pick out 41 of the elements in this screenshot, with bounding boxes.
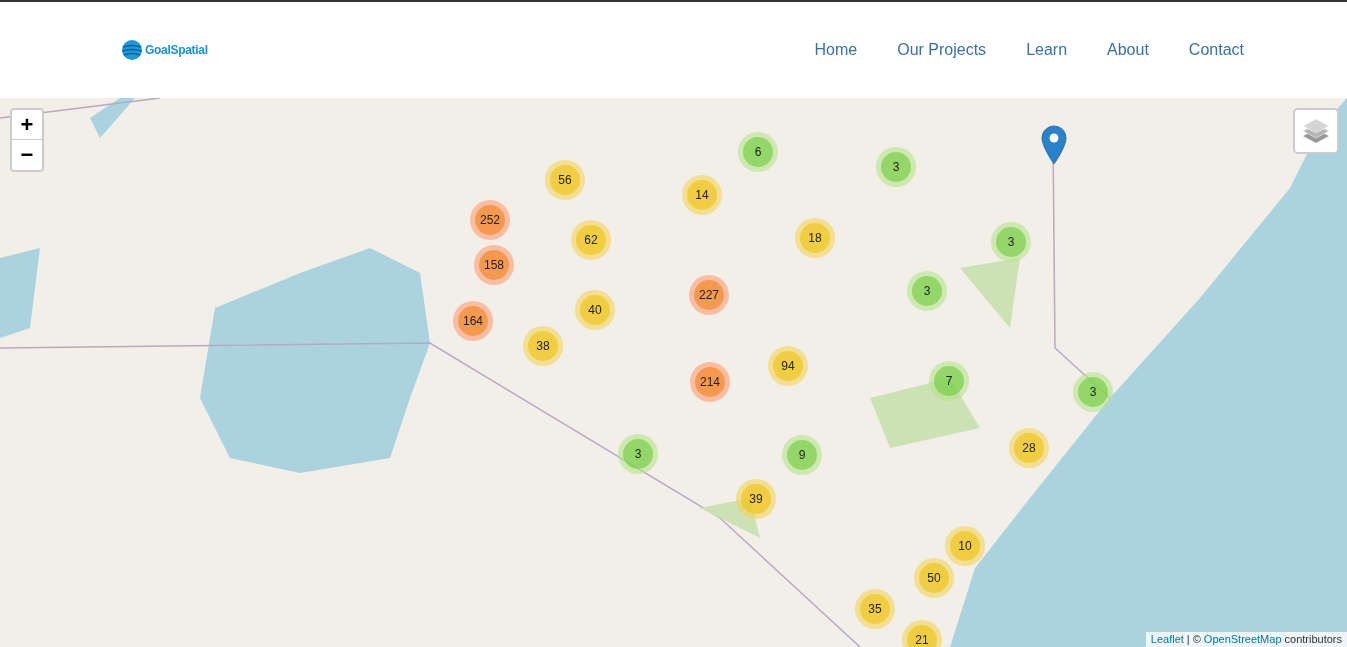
marker-cluster[interactable]: 56 [545,160,585,200]
marker-cluster[interactable]: 94 [768,346,808,386]
zoom-in-button[interactable]: + [12,110,42,140]
map-pin-icon[interactable] [1041,125,1067,165]
globe-logo-icon [122,40,142,60]
layers-button[interactable] [1293,108,1339,154]
marker-cluster[interactable]: 18 [795,218,835,258]
layers-icon [1302,118,1330,144]
marker-cluster[interactable]: 62 [571,220,611,260]
attribution-text: | © [1186,632,1201,647]
marker-cluster[interactable]: 3 [618,434,658,474]
marker-cluster[interactable]: 39 [736,479,776,519]
marker-cluster[interactable]: 3 [876,147,916,187]
marker-cluster[interactable]: 158 [474,245,514,285]
marker-cluster[interactable]: 28 [1009,428,1049,468]
nav-link[interactable]: Home [814,38,858,62]
marker-cluster[interactable]: 10 [945,526,985,566]
marker-cluster[interactable]: 3 [907,271,947,311]
marker-cluster[interactable]: 227 [689,275,729,315]
marker-cluster[interactable]: 3 [991,222,1031,262]
leaflet-link[interactable]: Leaflet [1150,632,1184,647]
marker-cluster[interactable]: 40 [575,290,615,330]
marker-cluster[interactable]: 9 [782,435,822,475]
marker-cluster[interactable]: 6 [738,132,778,172]
nav-link[interactable]: Our Projects [897,38,987,62]
marker-cluster[interactable]: 35 [855,589,895,629]
marker-cluster[interactable]: 21 [902,620,942,647]
marker-cluster[interactable]: 164 [453,301,493,341]
nav-link[interactable]: About [1107,38,1149,62]
attribution-text: contributors [1284,632,1342,647]
marker-cluster[interactable]: 7 [929,361,969,401]
marker-cluster[interactable]: 214 [690,362,730,402]
openstreetmap-link[interactable]: OpenStreetMap [1203,632,1282,647]
nav-link[interactable]: Learn [1026,38,1068,62]
nav-link[interactable]: Contact [1188,38,1244,62]
marker-cluster[interactable]: 14 [682,175,722,215]
marker-cluster[interactable]: 3 [1073,372,1113,412]
marker-cluster[interactable]: 252 [470,200,510,240]
marker-cluster[interactable]: 50 [914,558,954,598]
marker-cluster[interactable]: 38 [523,326,563,366]
logo-text[interactable]: GoalSpatial [145,41,208,59]
